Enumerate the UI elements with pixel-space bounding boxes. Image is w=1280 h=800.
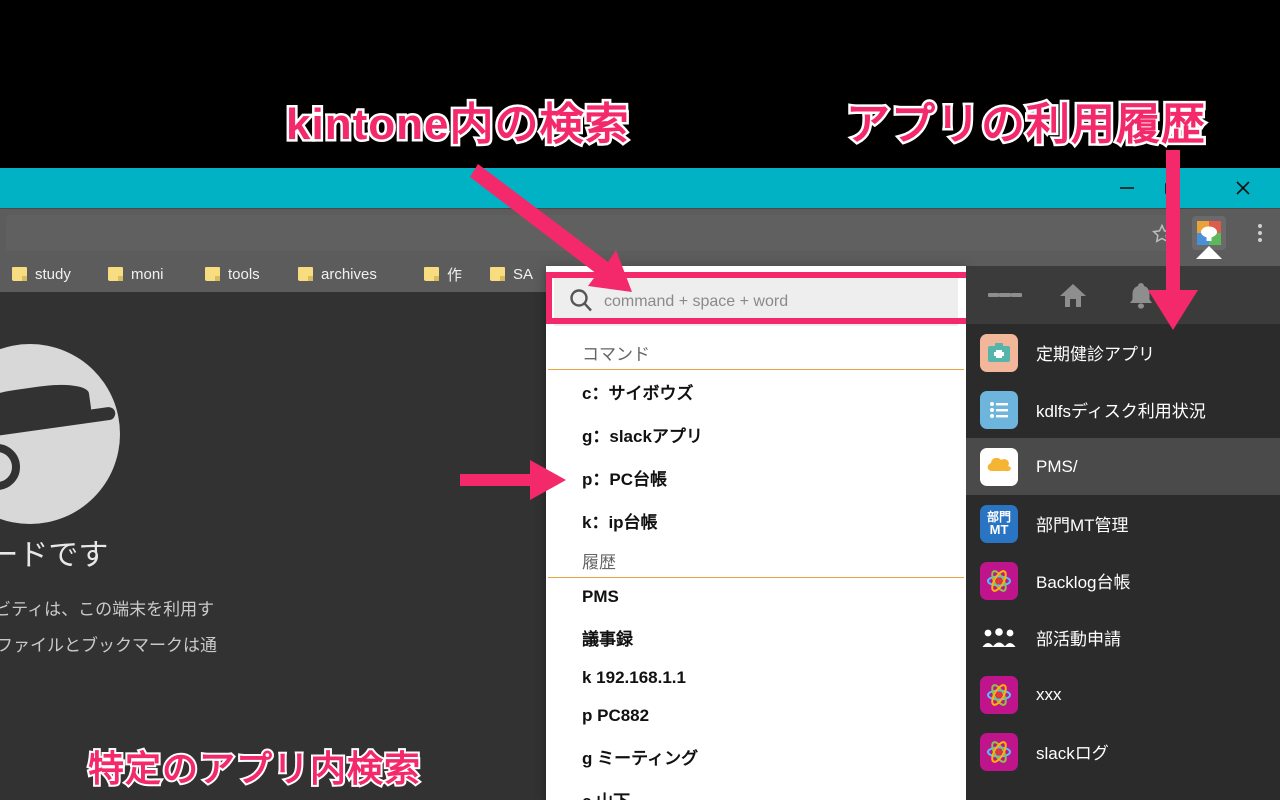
app-list-item[interactable]: xxx [966,666,1280,723]
kintone-app-panel: 定期健診アプリ kdlfsディスク利用状況 PMS/ 部門MT 部門MT管理 [966,266,1280,800]
app-label: xxx [1036,684,1062,704]
page-heading: ヘ モードです [0,539,109,572]
history-item[interactable]: k 192.168.1.1 [546,659,966,697]
history-item[interactable]: 議事録 [546,616,966,659]
app-list-item[interactable]: Backlog台帳 [966,552,1280,609]
history-item[interactable]: PMS [546,578,966,616]
first-aid-kit-icon [980,333,1018,372]
annotation-arrow-horizontal [460,460,566,500]
app-list-item-selected[interactable]: PMS/ [966,438,1280,495]
bookmark-item: moni [108,256,164,292]
command-item[interactable]: p：PC台帳 [546,456,966,499]
app-label: 部活動申請 [1036,630,1121,649]
bookmark-label[interactable]: archives [321,266,377,283]
folder-icon [205,267,220,281]
history-item[interactable]: g ミーティング [546,735,966,778]
page-body-text: あなたのアクティビティは、この端末を利用す ダウンロードしたファイルとブックマー… [0,600,217,655]
history-item[interactable]: c 山下 [546,778,966,800]
people-group-icon [980,619,1018,657]
panel-toolbar [966,266,1280,324]
app-list-item[interactable]: 部活動申請 [966,609,1280,666]
folder-icon [108,267,123,281]
app-label: Backlog台帳 [1036,573,1131,592]
app-label: 部門MT管理 [1036,516,1129,535]
section-title-history: 履歴 [582,553,616,572]
command-item[interactable]: g：slackアプリ [546,413,966,456]
command-item[interactable]: k：ip台帳 [546,499,966,542]
folder-icon [12,267,27,281]
app-list-item[interactable]: slackログ [966,723,1280,780]
quick-search-dropdown: コマンド c：サイボウズ g：slackアプリ p：PC台帳 k：ip台帳 履歴… [546,266,966,800]
history-item[interactable]: p PC882 [546,697,966,735]
bookmark-label[interactable]: study [35,266,71,283]
annotation-app-search-label: 特定のアプリ内検索 [86,746,422,791]
text-label-icon: 部門 MT [980,504,1018,543]
screenshot-root: kintone内の検索 アプリの利用履歴 study moni tools ar… [0,0,1280,800]
app-list-item[interactable]: 部門 MT 部門MT管理 [966,495,1280,552]
folder-icon [424,267,439,281]
three-dot-menu-icon[interactable] [1244,217,1276,249]
cloud-blob-icon [980,447,1018,486]
folder-icon [298,267,313,281]
command-item[interactable]: c：サイボウズ [546,370,966,413]
bookmark-label[interactable]: moni [131,266,164,283]
app-label: kdlfsディスク利用状況 [1036,402,1206,421]
home-icon[interactable] [1056,278,1090,312]
bookmark-item: tools [205,256,260,292]
bookmark-item: archives [298,256,377,292]
atom-icon [980,732,1018,771]
annotation-history-label: アプリの利用履歴 [844,98,1208,152]
close-icon[interactable] [1220,168,1266,208]
app-label: 定期健診アプリ [1036,345,1155,364]
app-label: slackログ [1036,744,1109,763]
incognito-spy-icon [0,344,120,524]
hamburger-menu-icon[interactable] [988,278,1022,312]
atom-icon [980,675,1018,714]
app-label: PMS/ [1036,456,1078,476]
atom-icon [980,561,1018,600]
annotation-arrow-diagonal [470,164,632,292]
annotation-arrow-vertical [1148,150,1198,330]
section-title-commands: コマンド [582,345,650,364]
app-list-item[interactable]: kdlfsディスク利用状況 [966,381,1280,438]
bookmark-item: study [12,256,71,292]
list-icon [980,390,1018,429]
bookmark-label[interactable]: tools [228,266,260,283]
app-list-item[interactable]: 定期健診アプリ [966,324,1280,381]
